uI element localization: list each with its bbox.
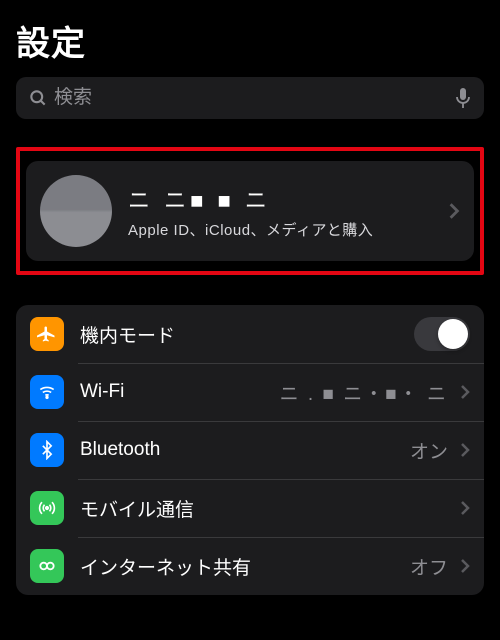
row-airplane-mode[interactable]: 機内モード — [16, 305, 484, 363]
wifi-value: ニ . ■ ニ・■・ ニ — [280, 379, 448, 406]
avatar — [40, 175, 112, 247]
highlight-annotation: ニ ニ■ ■ ニ Apple ID、iCloud、メディアと購入 — [16, 147, 484, 275]
chevron-right-icon — [460, 500, 470, 516]
chevron-right-icon — [460, 384, 470, 400]
airplane-toggle[interactable] — [414, 317, 470, 351]
apple-id-row[interactable]: ニ ニ■ ■ ニ Apple ID、iCloud、メディアと購入 — [26, 161, 474, 261]
row-label: Wi-Fi — [80, 381, 124, 403]
row-cellular[interactable]: モバイル通信 — [16, 479, 484, 537]
account-subtitle: Apple ID、iCloud、メディアと購入 — [128, 219, 448, 240]
chevron-right-icon — [460, 442, 470, 458]
row-hotspot[interactable]: インターネット共有 オフ — [16, 537, 484, 595]
airplane-icon — [30, 317, 64, 351]
mic-icon[interactable] — [454, 87, 472, 109]
cellular-icon — [30, 491, 64, 525]
search-icon — [28, 88, 48, 108]
row-label: 機内モード — [80, 321, 175, 348]
wifi-icon — [30, 375, 64, 409]
search-bar[interactable] — [16, 77, 484, 119]
row-label: Bluetooth — [80, 439, 160, 461]
hotspot-value: オフ — [410, 553, 448, 580]
bluetooth-value: オン — [410, 437, 448, 464]
bluetooth-icon — [30, 433, 64, 467]
hotspot-icon — [30, 549, 64, 583]
row-bluetooth[interactable]: Bluetooth オン — [16, 421, 484, 479]
row-label: モバイル通信 — [80, 495, 194, 522]
page-title: 設定 — [16, 16, 484, 65]
chevron-right-icon — [448, 202, 460, 220]
search-input[interactable] — [54, 87, 454, 109]
settings-group: 機内モード Wi-Fi ニ . ■ ニ・■・ ニ Bluetooth オン — [16, 305, 484, 595]
row-wifi[interactable]: Wi-Fi ニ . ■ ニ・■・ ニ — [16, 363, 484, 421]
account-name: ニ ニ■ ■ ニ — [128, 183, 448, 215]
chevron-right-icon — [460, 558, 470, 574]
row-label: インターネット共有 — [80, 553, 251, 580]
